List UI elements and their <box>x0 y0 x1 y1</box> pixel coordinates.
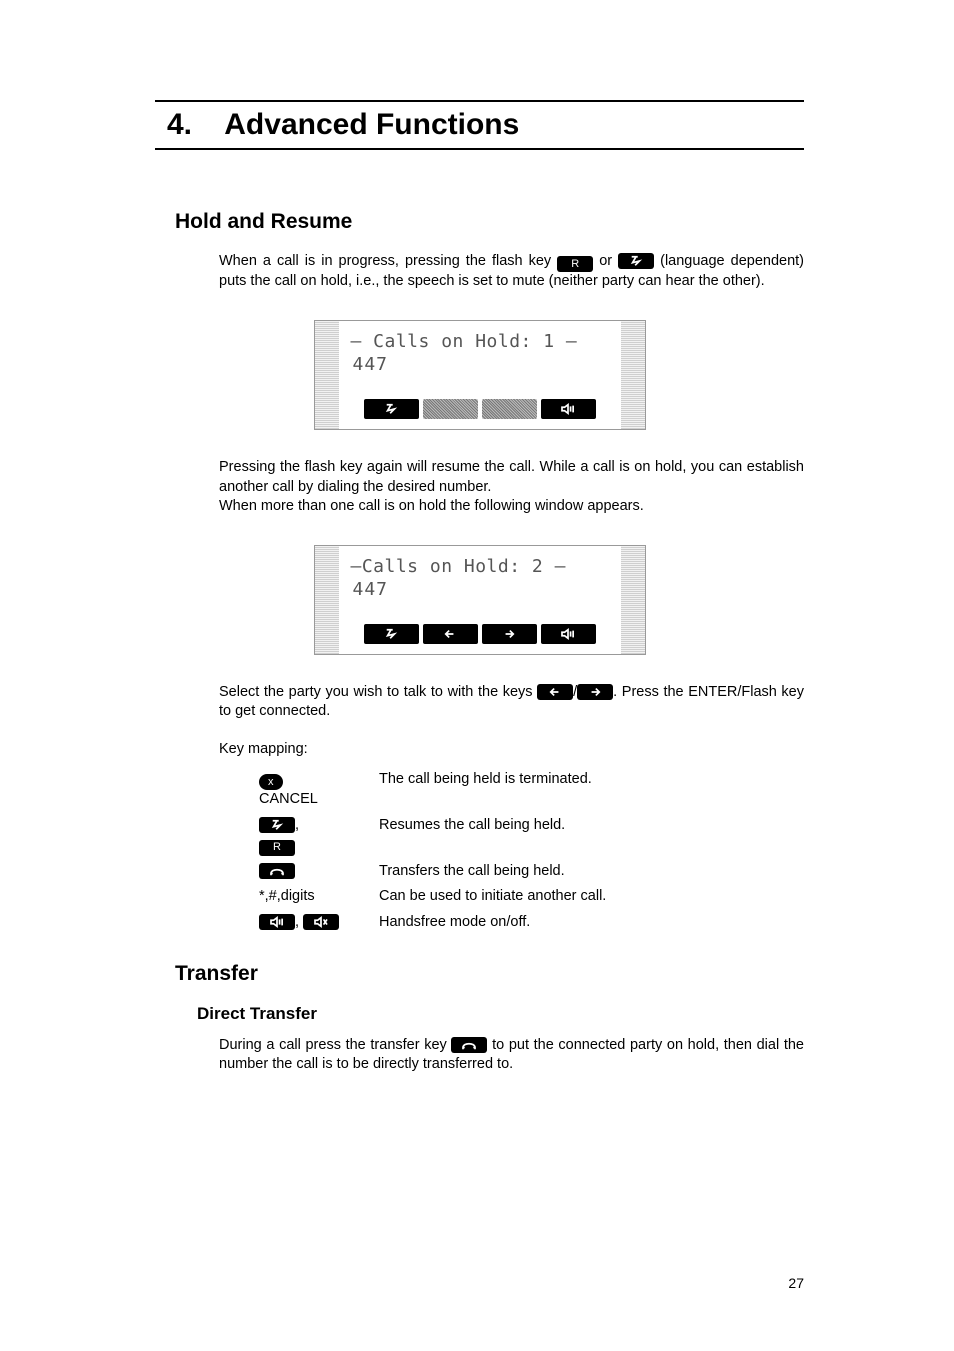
flash-key-r-icon: R <box>259 840 295 856</box>
text-fragment: Pressing the flash key again will resume… <box>219 458 804 497</box>
flash-key-hook-icon <box>618 253 654 269</box>
text-fragment: During a call press the transfer key <box>219 1037 451 1053</box>
key-comma: , <box>295 914 303 930</box>
softkey-arrow-right-icon <box>482 624 537 644</box>
phone-screen-hold-1: — Calls on Hold: 1 — 447 <box>314 320 646 430</box>
digits-key-desc: Can be used to initiate another call. <box>379 884 616 910</box>
softkey-empty <box>423 399 478 419</box>
screen-hatching-right <box>621 321 645 429</box>
direct-transfer-paragraph: During a call press the transfer key to … <box>219 1036 804 1075</box>
text-fragment: Select the party you wish to talk to wit… <box>219 684 537 700</box>
softkey-speaker-icon <box>541 399 596 419</box>
screen-hatching-right <box>621 546 645 654</box>
text-fragment: or <box>599 253 618 269</box>
screen2-number: 447 <box>353 579 613 600</box>
screen1-number: 447 <box>353 354 613 375</box>
hold-resume-paragraph-1: When a call is in progress, pressing the… <box>219 252 804 292</box>
screen-hatching-left <box>315 546 339 654</box>
transfer-key-icon <box>451 1037 487 1053</box>
resume-key-desc: Resumes the call being held. <box>379 813 616 859</box>
phone-screen-hold-2: —Calls on Hold: 2 — 447 <box>314 545 646 655</box>
cancel-key-label: CANCEL <box>259 791 318 807</box>
hold-resume-paragraph-2: Pressing the flash key again will resume… <box>219 458 804 517</box>
softkey-speaker-icon <box>541 624 596 644</box>
hold-resume-paragraph-4: Select the party you wish to talk to wit… <box>219 683 804 722</box>
cancel-key-desc: The call being held is terminated. <box>379 767 616 813</box>
key-mapping-table: x CANCEL The call being held is terminat… <box>259 767 616 935</box>
softkey-empty <box>482 399 537 419</box>
section-hold-resume-heading: Hold and Resume <box>175 210 804 234</box>
section-transfer-heading: Transfer <box>175 962 804 986</box>
chapter-header: 4. Advanced Functions <box>155 100 804 150</box>
softkey-flash-icon <box>364 399 419 419</box>
key-mapping-label: Key mapping: <box>219 740 804 760</box>
flash-key-hook-icon <box>259 817 295 833</box>
flash-key-r-icon: R <box>557 256 593 272</box>
key-comma: , <box>295 817 299 833</box>
chapter-number: 4. <box>167 108 192 141</box>
chapter-title-text: Advanced Functions <box>224 108 519 141</box>
screen-hatching-left <box>315 321 339 429</box>
arrow-left-key-icon <box>537 684 573 700</box>
text-fragment: When a call is in progress, pressing the… <box>219 253 557 269</box>
text-fragment: When more than one call is on hold the f… <box>219 497 804 517</box>
transfer-key-desc: Transfers the call being held. <box>379 859 616 885</box>
page-number: 27 <box>788 1275 804 1291</box>
screen1-title: — Calls on Hold: 1 — <box>351 331 613 352</box>
handsfree-key-desc: Handsfree mode on/off. <box>379 910 616 936</box>
speaker-on-key-icon <box>259 914 295 930</box>
transfer-key-icon <box>259 863 295 879</box>
softkey-flash-icon <box>364 624 419 644</box>
speaker-off-key-icon <box>303 914 339 930</box>
cancel-key-icon: x <box>259 774 283 790</box>
screen2-title: —Calls on Hold: 2 — <box>351 556 613 577</box>
softkey-arrow-left-icon <box>423 624 478 644</box>
subsection-direct-transfer-heading: Direct Transfer <box>197 1004 804 1024</box>
digits-key-label: *,#,digits <box>259 884 379 910</box>
arrow-right-key-icon <box>577 684 613 700</box>
